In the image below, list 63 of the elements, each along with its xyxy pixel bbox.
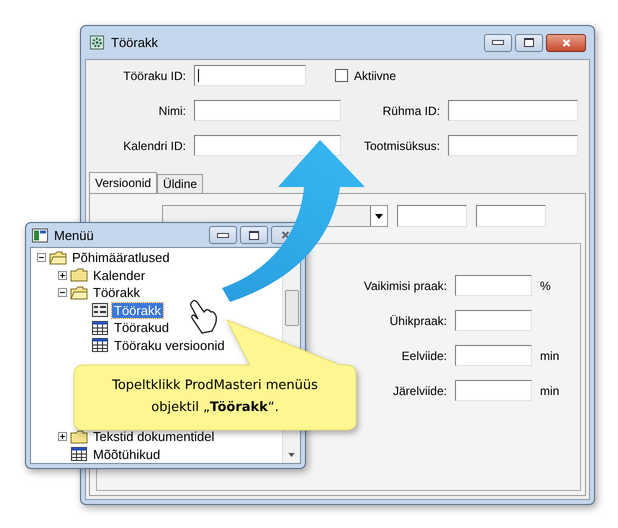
tree-item[interactable]: Põhimääratlused: [70, 250, 172, 266]
window-title: Menüü: [54, 228, 94, 242]
scrollbar-thumb[interactable]: [285, 290, 299, 326]
expander-icon[interactable]: [37, 253, 46, 262]
tree-item[interactable]: Töörakk: [112, 302, 163, 318]
callout-text: Topeltklikk ProdMasteri menüüs objektil „Töörakk“.: [111, 377, 319, 417]
minimize-button[interactable]: [484, 34, 512, 52]
folder-icon: [70, 268, 88, 282]
scroll-down-icon: [288, 453, 295, 457]
folder-icon: [70, 430, 88, 444]
tree-item[interactable]: Mõõtühikud: [91, 446, 162, 462]
field-label: Tööraku ID:: [123, 68, 186, 82]
close-icon: [560, 38, 572, 48]
input-field[interactable]: [448, 135, 578, 156]
tab[interactable]: Üldine: [157, 174, 204, 193]
maximize-button[interactable]: [515, 34, 543, 52]
field-label: Nimi:: [158, 104, 186, 118]
field-label: Järelviide:: [392, 384, 447, 398]
expander-icon[interactable]: [58, 270, 67, 280]
folder-icon: [49, 250, 67, 265]
unit-label: %: [540, 278, 552, 292]
checkbox[interactable]: [335, 69, 348, 82]
field-label: Tootmisüksus:: [364, 138, 440, 152]
dropdown-arrow-icon: [375, 214, 383, 218]
input-field[interactable]: [455, 275, 532, 296]
field-label: Rühma ID:: [382, 104, 440, 118]
field-label: Eelviide:: [402, 348, 447, 362]
field-label: Kalendri ID:: [123, 138, 186, 152]
input-field[interactable]: [455, 345, 532, 366]
input-field[interactable]: [194, 100, 341, 121]
input-field[interactable]: [476, 205, 546, 227]
tab[interactable]: Versioonid: [89, 172, 158, 193]
tree-item[interactable]: Töörakud: [112, 320, 171, 336]
input-field[interactable]: [448, 100, 578, 121]
table-icon: [70, 447, 88, 462]
window-title: Töörakk: [111, 35, 158, 50]
input-field[interactable]: [455, 380, 532, 401]
field-label: Ühikpraak:: [390, 314, 447, 328]
tree-item[interactable]: Tööraku versioonid: [112, 338, 227, 353]
input-field[interactable]: [397, 205, 467, 227]
maximize-button[interactable]: [240, 226, 268, 244]
tree-item[interactable]: Tekstid dokumentidel: [91, 429, 216, 444]
table-icon: [91, 338, 109, 352]
form-icon: [91, 303, 109, 318]
input-field[interactable]: [194, 135, 341, 156]
hand-cursor-icon: [188, 298, 218, 334]
unit-label: min: [540, 348, 560, 362]
input-field[interactable]: [194, 65, 306, 86]
gear-icon: [89, 35, 105, 50]
tree-item[interactable]: Töörakk: [91, 285, 142, 300]
field-label: Vaikimisi praak:: [364, 278, 447, 292]
table-icon: [91, 320, 109, 335]
close-icon: [280, 230, 290, 240]
close-button[interactable]: [546, 34, 586, 52]
expander-icon[interactable]: [58, 432, 67, 442]
folder-icon: [70, 286, 88, 300]
expander-icon[interactable]: [58, 288, 67, 298]
input-field[interactable]: [455, 310, 532, 331]
checkbox-label: Aktiivne: [354, 68, 396, 82]
unit-label: min: [540, 384, 560, 398]
tree-item[interactable]: Kalender: [91, 268, 148, 283]
window-icon: [32, 228, 48, 242]
minimize-button[interactable]: [209, 226, 237, 244]
